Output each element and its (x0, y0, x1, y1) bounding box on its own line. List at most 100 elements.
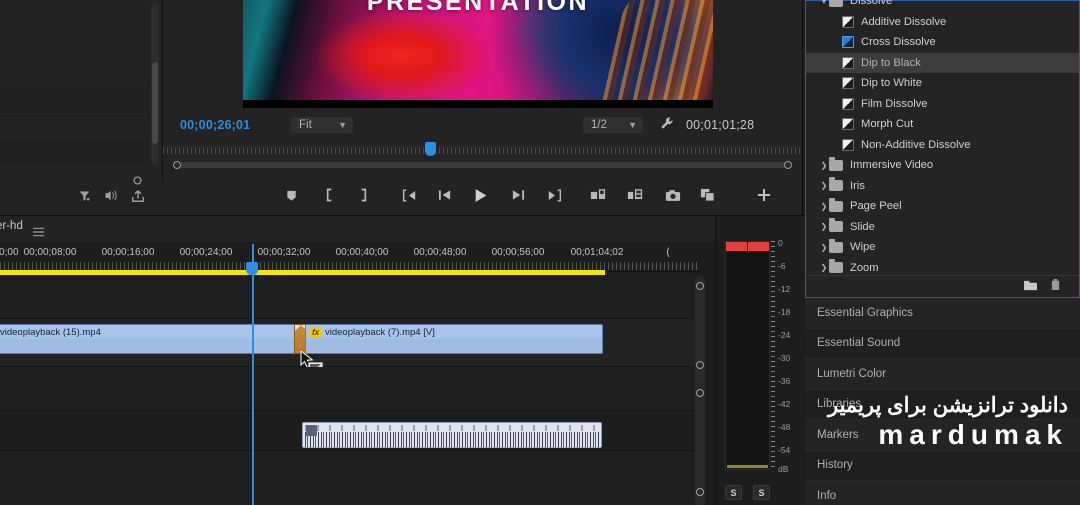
mark-in-button[interactable] (324, 188, 335, 202)
current-timecode[interactable]: 00;00;26;01 (180, 118, 250, 132)
go-to-out-button[interactable] (547, 188, 563, 202)
effects-folder-page-peel[interactable]: ❯ Page Peel (806, 196, 1079, 217)
mark-out-button[interactable] (358, 188, 369, 202)
comparison-view-button[interactable] (700, 188, 715, 202)
panel-tab-essential-sound[interactable]: Essential Sound (805, 328, 1080, 359)
effects-folder-wipe[interactable]: ❯ Wipe (806, 237, 1079, 258)
clip-name-label: videoplayback (15).mp4 (0, 326, 101, 338)
timeline-playhead[interactable] (252, 244, 254, 505)
panel-tab-info[interactable]: Info (805, 481, 1080, 505)
ruler-tick-label: 00;00;40;00 (335, 247, 389, 258)
effect-item-morph-cut[interactable]: Morph Cut (806, 114, 1079, 135)
step-back-button[interactable] (438, 189, 452, 201)
panel-tab-lumetri-color[interactable]: Lumetri Color (805, 359, 1080, 390)
track-lane-v2[interactable] (0, 275, 700, 319)
scrollbar-handle[interactable] (696, 361, 704, 369)
hamburger-icon[interactable] (33, 224, 44, 242)
track-lane-a1[interactable] (0, 367, 700, 411)
lift-button[interactable] (590, 188, 606, 202)
timeline-clip[interactable]: fx videoplayback (7).mp4 [V] (305, 324, 603, 354)
settings-wrench-icon[interactable] (660, 116, 675, 136)
new-folder-icon[interactable] (1023, 278, 1038, 296)
effect-item-additive-dissolve[interactable]: Additive Dissolve (806, 12, 1079, 33)
timeline-tracks: fx videoplayback (15).mp4 fx videoplayba… (0, 275, 700, 505)
chevron-right-icon[interactable]: ❯ (819, 263, 829, 272)
go-to-in-button[interactable] (401, 188, 417, 202)
effects-folder-slide[interactable]: ❯ Slide (806, 217, 1079, 238)
timeline-audio-clip[interactable] (302, 422, 602, 448)
effect-item-non-additive-dissolve[interactable]: Non-Additive Dissolve (806, 135, 1079, 156)
effects-folder-zoom[interactable]: ❯ Zoom (806, 258, 1079, 276)
camera-icon[interactable] (665, 189, 681, 202)
chevron-right-icon[interactable]: ❯ (819, 243, 829, 252)
filter-icon[interactable] (78, 189, 91, 207)
timeline-vertical-scrollbar[interactable] (695, 276, 705, 505)
zoom-level-select[interactable]: Fit ▼ (291, 117, 353, 133)
effect-item-cross-dissolve[interactable]: Cross Dissolve (806, 32, 1079, 53)
button-editor-plus-icon[interactable] (757, 188, 771, 202)
delete-icon[interactable] (1050, 278, 1061, 296)
timeline-ruler[interactable]: 00;00 00;00;08;00 00;00;16;00 00;00;24;0… (0, 244, 700, 272)
scrollbar-handle-right[interactable] (784, 161, 792, 169)
scrollbar-handle-left[interactable] (173, 161, 181, 169)
panel-tab-essential-graphics[interactable]: Essential Graphics (805, 298, 1080, 329)
audio-meter-track[interactable] (725, 241, 770, 470)
effects-row-label: Film Dissolve (861, 97, 928, 110)
chevron-right-icon[interactable]: ❯ (819, 161, 829, 170)
effects-panel: ▼ Dissolve Additive Dissolve Cross Disso… (805, 0, 1080, 298)
track-lane-a2[interactable] (0, 411, 700, 451)
timeline-playhead-handle[interactable] (246, 262, 258, 275)
step-forward-button[interactable] (511, 189, 525, 201)
monitor-ruler[interactable] (163, 142, 803, 154)
effect-item-film-dissolve[interactable]: Film Dissolve (806, 94, 1079, 115)
play-stop-button[interactable] (473, 188, 488, 203)
effects-tree[interactable]: ▼ Dissolve Additive Dissolve Cross Disso… (806, 0, 1079, 275)
panel-tab-libraries[interactable]: Libraries (805, 389, 1080, 420)
ruler-tick-label: 00;00;24;00 (179, 247, 233, 258)
chevron-down-icon[interactable]: ▼ (819, 0, 829, 6)
project-item-list[interactable] (0, 62, 148, 192)
duration-timecode[interactable]: 00;01;01;28 (686, 118, 754, 132)
solo-button-left[interactable]: S (725, 485, 742, 500)
audio-preview-icon[interactable] (104, 189, 118, 207)
effects-folder-immersive-video[interactable]: ❯ Immersive Video (806, 155, 1079, 176)
clip-thumbnail-area (0, 339, 299, 353)
clip-indicator-left[interactable] (726, 242, 747, 251)
chevron-right-icon[interactable]: ❯ (819, 222, 829, 231)
folder-icon (829, 238, 843, 253)
extract-button[interactable] (627, 188, 643, 202)
track-lane-a3[interactable] (0, 451, 700, 505)
list-item[interactable] (0, 114, 148, 140)
monitor-scrollbar[interactable] (173, 161, 792, 169)
panel-tab-markers[interactable]: Markers (805, 420, 1080, 451)
playback-resolution-select[interactable]: 1/2 ▼ (583, 117, 643, 133)
add-marker-button[interactable] (285, 189, 298, 202)
scrollbar-handle[interactable] (696, 389, 704, 397)
settings-icon[interactable] (132, 173, 143, 191)
effects-folder-dissolve[interactable]: ▼ Dissolve (806, 0, 1079, 12)
video-preview[interactable]: PRESENTATION (243, 0, 713, 108)
clip-indicator-right[interactable] (748, 242, 769, 251)
waveform (305, 432, 599, 447)
effect-item-dip-to-white[interactable]: Dip to White (806, 73, 1079, 94)
audio-meters-panel: 0 -6 -12 -18 -24 -30 -36 -42 -48 -54 dB … (715, 215, 805, 505)
track-lane-v1[interactable]: fx videoplayback (15).mp4 fx videoplayba… (0, 319, 700, 376)
sequence-tab-label[interactable]: er-hd (0, 220, 23, 232)
effects-folder-iris[interactable]: ❯ Iris (806, 176, 1079, 197)
panel-tab-history[interactable]: History (805, 450, 1080, 481)
scrollbar-handle[interactable] (696, 282, 704, 290)
chevron-right-icon[interactable]: ❯ (819, 181, 829, 190)
list-item[interactable] (0, 140, 148, 166)
solo-button-right[interactable]: S (753, 485, 770, 500)
effects-row-label: Zoom (850, 261, 879, 274)
project-scrollbar[interactable] (151, 4, 159, 164)
monitor-playhead[interactable] (425, 142, 436, 156)
effects-row-label: Page Peel (850, 200, 902, 213)
chevron-right-icon[interactable]: ❯ (819, 202, 829, 211)
list-item[interactable] (0, 88, 148, 114)
list-item[interactable] (0, 62, 148, 88)
effect-item-dip-to-black[interactable]: Dip to Black (806, 52, 1079, 73)
export-icon[interactable] (131, 189, 145, 208)
scrollbar-handle[interactable] (696, 488, 704, 496)
timeline-clip[interactable]: fx videoplayback (15).mp4 (0, 324, 300, 354)
